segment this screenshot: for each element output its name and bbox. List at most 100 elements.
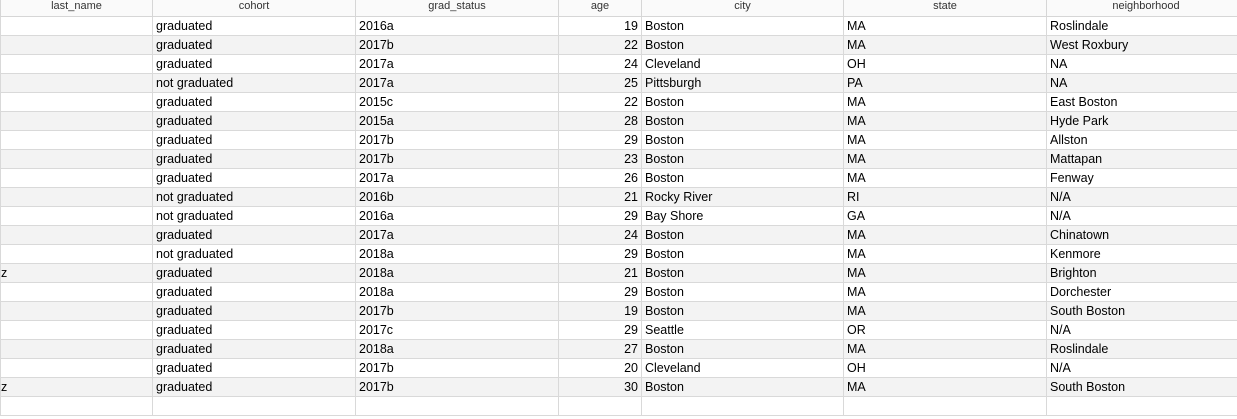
cell-city[interactable]: Boston xyxy=(641,149,844,169)
cell-last-name[interactable] xyxy=(0,187,153,207)
cell-grad-status[interactable]: 2018a xyxy=(355,282,559,302)
cell-city[interactable]: Boston xyxy=(641,301,844,321)
cell-neighborhood[interactable]: South Boston xyxy=(1046,377,1237,397)
cell-age[interactable]: 21 xyxy=(558,187,642,207)
cell-neighborhood[interactable]: West Roxbury xyxy=(1046,35,1237,55)
cell-city[interactable]: Pittsburgh xyxy=(641,73,844,93)
cell-grad-status[interactable]: 2017a xyxy=(355,225,559,245)
cell-grad-status[interactable]: 2017b xyxy=(355,301,559,321)
cell-age[interactable]: 25 xyxy=(558,73,642,93)
cell-cohort[interactable]: graduated xyxy=(152,149,356,169)
cell-city[interactable]: Boston xyxy=(641,35,844,55)
cell-state[interactable]: OR xyxy=(843,320,1047,340)
cell-last-name[interactable] xyxy=(0,358,153,378)
cell-last-name[interactable] xyxy=(0,225,153,245)
cell-cohort[interactable]: graduated xyxy=(152,301,356,321)
cell-grad-status[interactable]: 2017b xyxy=(355,377,559,397)
cell-last-name[interactable]: z xyxy=(0,263,153,283)
cell-state[interactable]: MA xyxy=(843,282,1047,302)
cell-age[interactable]: 29 xyxy=(558,130,642,150)
cell-age[interactable]: 26 xyxy=(558,168,642,188)
cell-last-name[interactable] xyxy=(0,339,153,359)
cell-age[interactable]: 23 xyxy=(558,149,642,169)
cell-city[interactable]: Boston xyxy=(641,244,844,264)
column-header-state[interactable]: state xyxy=(843,0,1047,17)
cell-last-name[interactable] xyxy=(0,301,153,321)
cell-age[interactable] xyxy=(558,396,642,416)
cell-cohort[interactable]: graduated xyxy=(152,358,356,378)
cell-city[interactable] xyxy=(641,396,844,416)
cell-neighborhood[interactable]: Mattapan xyxy=(1046,149,1237,169)
cell-state[interactable]: MA xyxy=(843,92,1047,112)
cell-cohort[interactable]: not graduated xyxy=(152,244,356,264)
cell-cohort[interactable]: graduated xyxy=(152,130,356,150)
cell-neighborhood[interactable]: Hyde Park xyxy=(1046,111,1237,131)
cell-age[interactable]: 29 xyxy=(558,244,642,264)
cell-city[interactable]: Cleveland xyxy=(641,358,844,378)
cell-cohort[interactable]: graduated xyxy=(152,377,356,397)
cell-grad-status[interactable]: 2018a xyxy=(355,244,559,264)
cell-city[interactable]: Boston xyxy=(641,168,844,188)
column-header-age[interactable]: age xyxy=(558,0,642,17)
cell-neighborhood[interactable]: Fenway xyxy=(1046,168,1237,188)
cell-city[interactable]: Bay Shore xyxy=(641,206,844,226)
cell-age[interactable]: 21 xyxy=(558,263,642,283)
cell-last-name[interactable] xyxy=(0,396,153,416)
cell-city[interactable]: Cleveland xyxy=(641,54,844,74)
cell-city[interactable]: Rocky River xyxy=(641,187,844,207)
cell-age[interactable]: 20 xyxy=(558,358,642,378)
cell-state[interactable]: OH xyxy=(843,358,1047,378)
cell-last-name[interactable] xyxy=(0,282,153,302)
cell-cohort[interactable] xyxy=(152,396,356,416)
cell-grad-status[interactable]: 2016a xyxy=(355,16,559,36)
cell-grad-status[interactable]: 2017a xyxy=(355,54,559,74)
cell-grad-status[interactable]: 2015c xyxy=(355,92,559,112)
cell-neighborhood[interactable]: NA xyxy=(1046,73,1237,93)
cell-last-name[interactable] xyxy=(0,54,153,74)
cell-state[interactable]: MA xyxy=(843,301,1047,321)
cell-state[interactable]: MA xyxy=(843,149,1047,169)
cell-cohort[interactable]: graduated xyxy=(152,111,356,131)
cell-city[interactable]: Boston xyxy=(641,111,844,131)
cell-last-name[interactable] xyxy=(0,16,153,36)
cell-age[interactable]: 24 xyxy=(558,225,642,245)
cell-grad-status[interactable]: 2015a xyxy=(355,111,559,131)
cell-state[interactable]: RI xyxy=(843,187,1047,207)
cell-last-name[interactable] xyxy=(0,73,153,93)
cell-city[interactable]: Boston xyxy=(641,225,844,245)
cell-cohort[interactable]: graduated xyxy=(152,282,356,302)
cell-state[interactable]: MA xyxy=(843,168,1047,188)
cell-age[interactable]: 24 xyxy=(558,54,642,74)
cell-grad-status[interactable]: 2018a xyxy=(355,263,559,283)
cell-neighborhood[interactable]: N/A xyxy=(1046,206,1237,226)
cell-neighborhood[interactable]: Brighton xyxy=(1046,263,1237,283)
cell-cohort[interactable]: graduated xyxy=(152,16,356,36)
cell-cohort[interactable]: graduated xyxy=(152,168,356,188)
cell-city[interactable]: Boston xyxy=(641,377,844,397)
cell-neighborhood[interactable]: Roslindale xyxy=(1046,16,1237,36)
cell-city[interactable]: Boston xyxy=(641,130,844,150)
cell-cohort[interactable]: graduated xyxy=(152,92,356,112)
cell-last-name[interactable] xyxy=(0,168,153,188)
cell-age[interactable]: 30 xyxy=(558,377,642,397)
cell-age[interactable]: 19 xyxy=(558,301,642,321)
cell-state[interactable]: MA xyxy=(843,35,1047,55)
cell-grad-status[interactable]: 2018a xyxy=(355,339,559,359)
cell-state[interactable]: MA xyxy=(843,111,1047,131)
cell-state[interactable]: PA xyxy=(843,73,1047,93)
cell-neighborhood[interactable]: Dorchester xyxy=(1046,282,1237,302)
cell-state[interactable]: GA xyxy=(843,206,1047,226)
cell-last-name[interactable] xyxy=(0,35,153,55)
cell-grad-status[interactable]: 2017a xyxy=(355,168,559,188)
cell-last-name[interactable] xyxy=(0,244,153,264)
cell-grad-status[interactable]: 2017b xyxy=(355,149,559,169)
cell-grad-status[interactable]: 2017b xyxy=(355,130,559,150)
cell-state[interactable] xyxy=(843,396,1047,416)
cell-last-name[interactable] xyxy=(0,111,153,131)
cell-city[interactable]: Boston xyxy=(641,16,844,36)
cell-city[interactable]: Boston xyxy=(641,263,844,283)
cell-neighborhood[interactable]: Allston xyxy=(1046,130,1237,150)
column-header-neighborhood[interactable]: neighborhood xyxy=(1046,0,1237,17)
cell-neighborhood[interactable]: Kenmore xyxy=(1046,244,1237,264)
column-header-grad-status[interactable]: grad_status xyxy=(355,0,559,17)
